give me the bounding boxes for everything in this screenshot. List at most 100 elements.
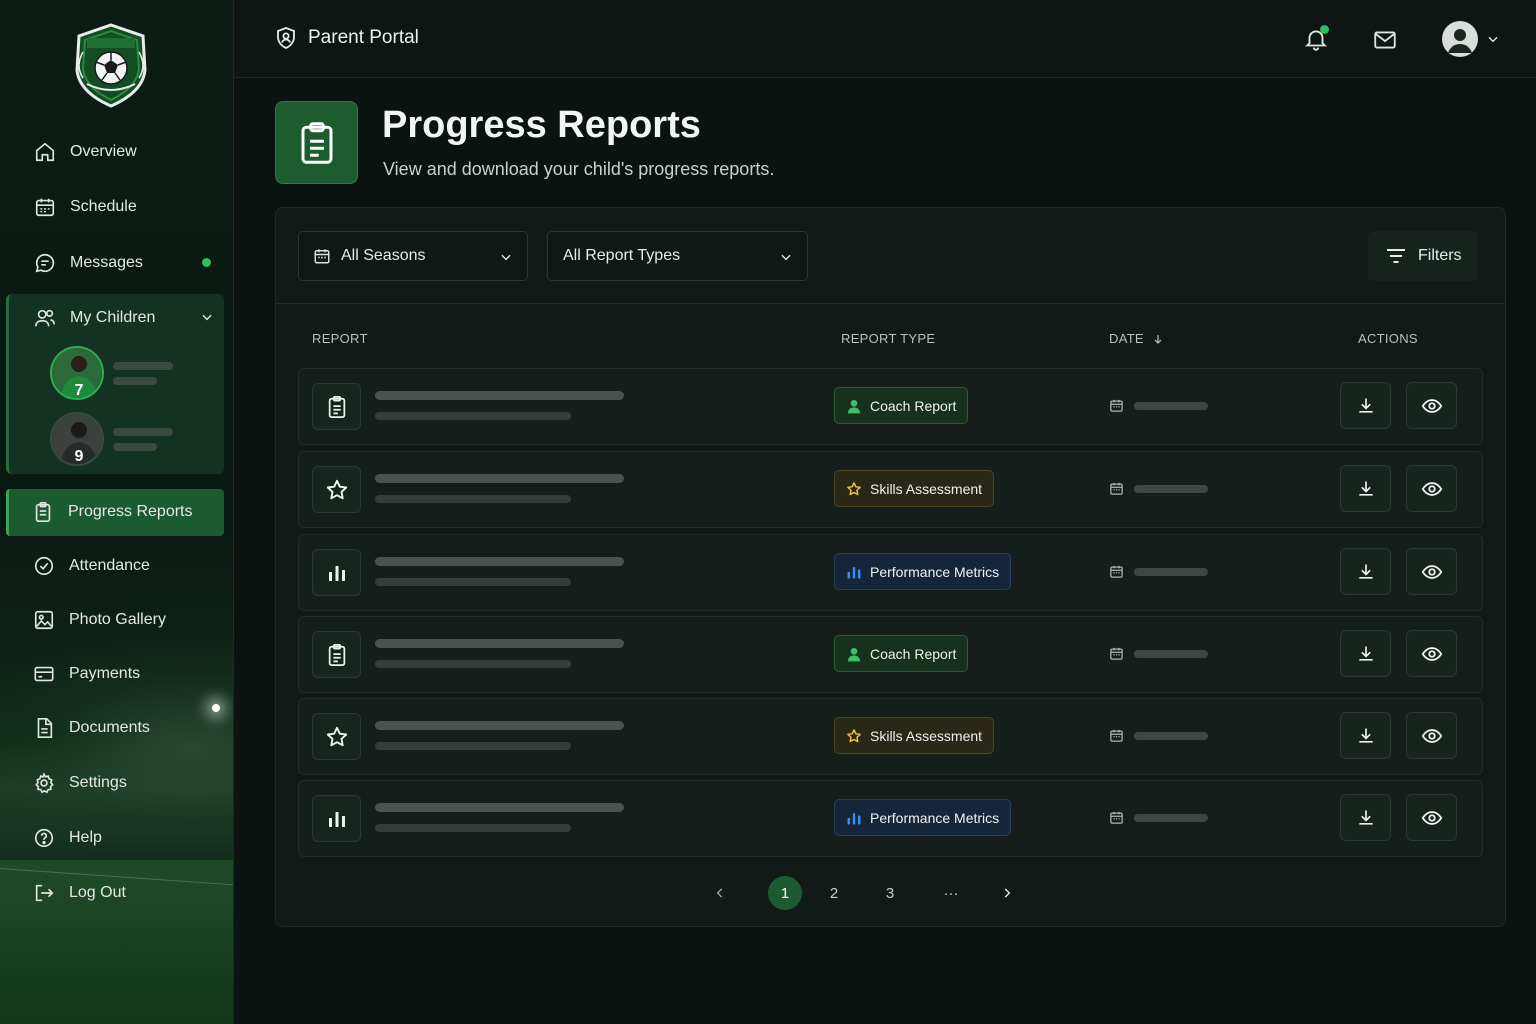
card-icon (33, 663, 55, 685)
chevron-down-icon[interactable] (1486, 32, 1500, 46)
report-type-select[interactable]: All Report Types (547, 231, 808, 281)
sidebar-item-documents[interactable]: Documents (33, 708, 150, 748)
chat-icon (34, 252, 56, 274)
download-button[interactable] (1340, 712, 1391, 759)
download-icon (1358, 564, 1373, 579)
sidebar-item-log-out[interactable]: Log Out (33, 873, 126, 913)
view-button[interactable] (1406, 548, 1457, 595)
pagination-page-1[interactable]: 1 (768, 876, 802, 910)
sidebar-item-label: Log Out (69, 884, 126, 901)
sidebar-item-label: Attendance (69, 557, 150, 574)
chevron-down-icon[interactable] (200, 310, 214, 324)
star-icon (847, 481, 861, 495)
report-type-badge: Skills Assessment (834, 717, 995, 754)
date-placeholder (1134, 732, 1208, 740)
column-header-date[interactable]: DATE (1109, 331, 1164, 346)
view-button[interactable] (1406, 382, 1457, 429)
report-meta-placeholder (375, 578, 571, 586)
eye-icon (1421, 481, 1442, 496)
sidebar-item-label: My Children (70, 309, 156, 326)
bar-chart-icon (312, 549, 361, 596)
pagination-page-3[interactable]: 3 (878, 876, 902, 910)
sidebar-item-my-children[interactable]: My Children (34, 298, 155, 338)
club-logo[interactable] (73, 22, 149, 110)
pagination-prev[interactable] (708, 876, 732, 910)
page-subtitle: View and download your child's progress … (383, 159, 775, 179)
sidebar-item-messages[interactable]: Messages (34, 243, 143, 283)
calendar-icon (1109, 646, 1124, 661)
shield-user-icon (274, 26, 298, 50)
sidebar-item-payments[interactable]: Payments (33, 654, 140, 694)
view-button[interactable] (1406, 794, 1457, 841)
sidebar-item-overview[interactable]: Overview (34, 132, 137, 172)
calendar-icon (1109, 564, 1124, 579)
header-clipboard-icon (275, 101, 358, 184)
child-avatar[interactable]: 7 (50, 346, 104, 400)
download-button[interactable] (1340, 465, 1391, 512)
unread-indicator (202, 258, 211, 267)
pagination-next[interactable] (995, 876, 1019, 910)
child-avatar[interactable]: 9 (50, 412, 104, 466)
sidebar-item-help[interactable]: Help (33, 818, 102, 858)
table-row[interactable]: Performance Metrics (298, 534, 1483, 611)
calendar-icon (34, 196, 56, 218)
view-button[interactable] (1406, 465, 1457, 512)
sidebar: Overview Schedule Messages My Children 7… (0, 0, 234, 1024)
calendar-icon (1109, 810, 1124, 825)
help-circle-icon (33, 827, 55, 849)
column-header-report: REPORT (312, 331, 368, 346)
filter-lines-icon (1386, 248, 1406, 264)
table-row[interactable]: Coach Report (298, 616, 1483, 693)
svg-text:7: 7 (75, 382, 84, 399)
filters-button[interactable]: Filters (1368, 231, 1478, 281)
download-icon (1358, 398, 1373, 413)
table-row[interactable]: Performance Metrics (298, 780, 1483, 857)
pagination-page-2[interactable]: 2 (822, 876, 846, 910)
download-button[interactable] (1340, 630, 1391, 677)
report-type-select-value: All Report Types (563, 247, 681, 264)
report-type-badge: Performance Metrics (834, 799, 1012, 836)
sidebar-item-label: Photo Gallery (69, 611, 166, 628)
table-row[interactable]: Coach Report (298, 368, 1483, 445)
sidebar-item-label: Documents (69, 719, 150, 736)
download-button[interactable] (1340, 548, 1391, 595)
user-icon (848, 647, 860, 661)
home-icon (34, 141, 56, 163)
bar-chart-icon (847, 812, 861, 824)
report-meta-placeholder (375, 660, 571, 668)
check-circle-icon (33, 555, 55, 577)
eye-icon (1421, 398, 1442, 413)
date-placeholder (1134, 650, 1208, 658)
download-button[interactable] (1340, 794, 1391, 841)
download-button[interactable] (1340, 382, 1391, 429)
chevron-left-icon (716, 888, 723, 898)
eye-icon (1421, 646, 1442, 661)
bar-chart-icon (312, 795, 361, 842)
view-button[interactable] (1406, 712, 1457, 759)
table-row[interactable]: Skills Assessment (298, 698, 1483, 775)
date-placeholder (1134, 485, 1208, 493)
image-icon (33, 609, 55, 631)
sidebar-item-label: Messages (70, 254, 143, 271)
sidebar-item-label: Schedule (70, 198, 137, 215)
star-icon (312, 466, 361, 513)
notification-dot (1320, 25, 1329, 34)
clipboard-icon (312, 383, 361, 430)
view-button[interactable] (1406, 630, 1457, 677)
bar-chart-icon (847, 566, 861, 578)
user-avatar[interactable] (1442, 21, 1478, 57)
sidebar-item-settings[interactable]: Settings (33, 763, 127, 803)
sidebar-item-progress-reports[interactable]: Progress Reports (32, 492, 193, 532)
mail-icon[interactable] (1372, 27, 1398, 53)
season-select[interactable]: All Seasons (298, 231, 528, 281)
eye-icon (1421, 810, 1442, 825)
report-title-placeholder (375, 474, 624, 483)
clipboard-icon (32, 501, 54, 523)
portal-title: Parent Portal (274, 26, 419, 50)
sidebar-item-photo-gallery[interactable]: Photo Gallery (33, 600, 166, 640)
table-row[interactable]: Skills Assessment (298, 451, 1483, 528)
sidebar-item-schedule[interactable]: Schedule (34, 187, 137, 227)
date-placeholder (1134, 814, 1208, 822)
sidebar-item-attendance[interactable]: Attendance (33, 546, 150, 586)
reports-panel: All Seasons All Report Types Filters REP… (275, 207, 1506, 927)
